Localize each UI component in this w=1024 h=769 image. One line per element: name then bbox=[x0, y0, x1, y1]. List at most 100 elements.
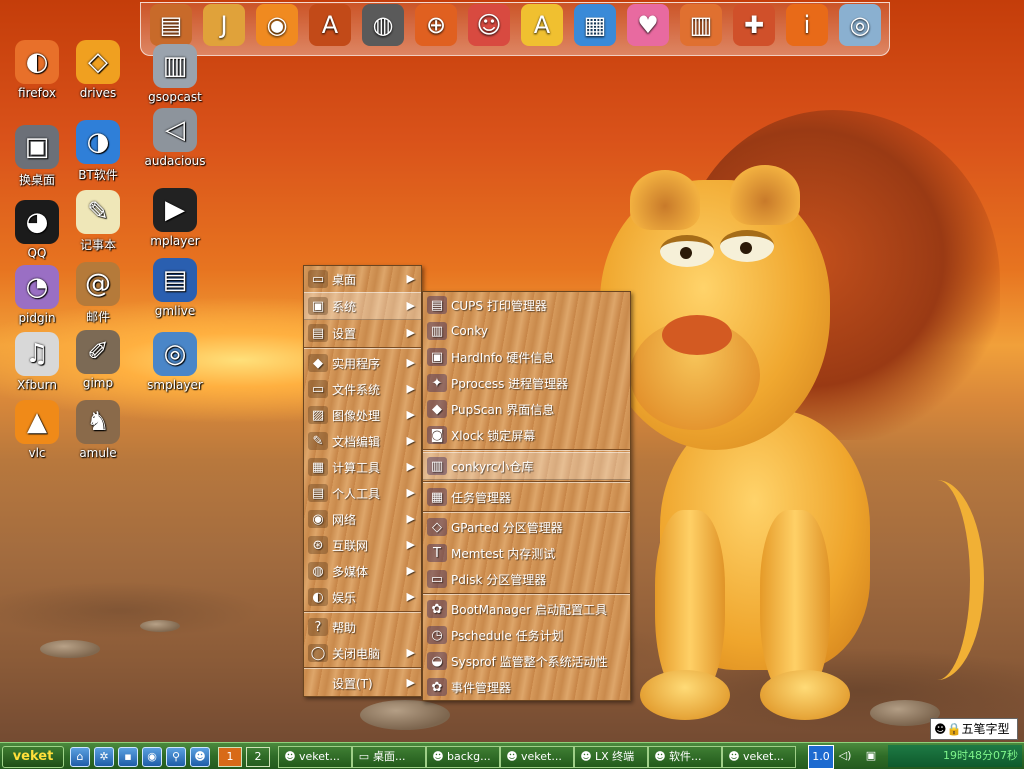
database-icon[interactable]: ◎ bbox=[839, 4, 881, 46]
submenu-item[interactable]: T Memtest 内存测试 bbox=[423, 540, 630, 566]
menu-separator bbox=[304, 347, 421, 349]
task-icon: ▭ bbox=[358, 750, 370, 763]
main-menu-item[interactable]: ◐ 娱乐 ▶ bbox=[304, 584, 421, 610]
chevron-right-icon: ▶ bbox=[406, 512, 415, 525]
menu-item-label: 设置 bbox=[332, 326, 357, 341]
search-icon[interactable]: ⚲ bbox=[166, 747, 186, 767]
start-button[interactable]: veket bbox=[2, 746, 64, 768]
terminal-icon[interactable]: ▪ bbox=[118, 747, 138, 767]
main-menu-item[interactable]: ▦ 计算工具 ▶ bbox=[304, 454, 421, 480]
feeds-icon[interactable]: ◉ bbox=[256, 4, 298, 46]
main-menu-item[interactable]: ▭ 文件系统 ▶ bbox=[304, 376, 421, 402]
settings-icon[interactable]: ✲ bbox=[94, 747, 114, 767]
submenu-item[interactable]: ◙ Xlock 锁定屏幕 bbox=[423, 422, 630, 448]
desktop-icon-notepad[interactable]: ✎ 记事本 bbox=[61, 190, 135, 253]
desktop-icon-label: mplayer bbox=[150, 234, 200, 248]
gmlive-icon: ▤ bbox=[153, 258, 197, 302]
draw-icon[interactable]: A bbox=[309, 4, 351, 46]
drink-icon[interactable]: ♥ bbox=[627, 4, 669, 46]
desktop-icon-mail[interactable]: @ 邮件 bbox=[61, 262, 135, 325]
main-menu-item[interactable]: ▣ 系统 ▶ bbox=[304, 292, 421, 320]
submenu-item[interactable]: ▥ conkyrc小仓库 bbox=[423, 452, 630, 480]
main-menu-item[interactable]: ◉ 网络 ▶ bbox=[304, 506, 421, 532]
browser-icon[interactable]: ◉ bbox=[142, 747, 162, 767]
toolbox-icon[interactable]: ✚ bbox=[733, 4, 775, 46]
smplayer-icon: ◎ bbox=[153, 332, 197, 376]
chevron-right-icon: ▶ bbox=[406, 486, 415, 499]
volume-icon[interactable]: ◁) bbox=[834, 745, 856, 767]
taskbar-task[interactable]: ☻ veket... bbox=[500, 746, 574, 768]
submenu-item[interactable]: ▭ Pdisk 分区管理器 bbox=[423, 566, 630, 592]
notepad-icon: ✎ bbox=[76, 190, 120, 234]
main-menu-item[interactable]: ✎ 文档编辑 ▶ bbox=[304, 428, 421, 454]
taskbar-task[interactable]: ▭ 桌面... bbox=[352, 746, 426, 768]
submenu-item[interactable]: ▤ CUPS 打印管理器 bbox=[423, 292, 630, 318]
submenu-item-label: Conky bbox=[451, 324, 488, 338]
workspace-1[interactable]: 1 bbox=[218, 747, 242, 767]
info-icon[interactable]: i bbox=[786, 4, 828, 46]
taskbar-task[interactable]: ☻ LX 终端 bbox=[574, 746, 648, 768]
main-menu-item[interactable]: ▨ 图像处理 ▶ bbox=[304, 402, 421, 428]
cat-icon[interactable]: ☺ bbox=[468, 4, 510, 46]
main-menu-item[interactable]: ▭ 桌面 ▶ bbox=[304, 266, 421, 292]
desktop-icon-smplayer[interactable]: ◎ smplayer bbox=[138, 332, 212, 392]
submenu-item[interactable]: ◆ PupScan 界面信息 bbox=[423, 396, 630, 422]
submenu-item[interactable]: ◒ Sysprof 监管整个系统活动性 bbox=[423, 648, 630, 674]
media-player-icon[interactable]: ◍ bbox=[362, 4, 404, 46]
taskbar-task[interactable]: ☻ veket... bbox=[722, 746, 796, 768]
taskbar-task[interactable]: ☻ backg... bbox=[426, 746, 500, 768]
package-icon[interactable]: ▤ bbox=[150, 4, 192, 46]
dock-icon-row: ▤ J ◉ A ◍ ⊕ ☺ A ▦ ♥ ▥ ✚ i ◎ bbox=[150, 4, 881, 46]
input-method-indicator[interactable]: ☻🔒五笔字型 bbox=[930, 718, 1018, 740]
switch-desktop-icon: ▣ bbox=[15, 125, 59, 169]
main-menu-item[interactable]: ◆ 实用程序 ▶ bbox=[304, 350, 421, 376]
desktop-icon-audacious[interactable]: ◁ audacious bbox=[138, 108, 212, 168]
submenu-item[interactable]: ✿ BootManager 启动配置工具 bbox=[423, 596, 630, 622]
desktop-icon-bt[interactable]: ◑ BT软件 bbox=[61, 120, 135, 183]
submenu-item-label: Pprocess 进程管理器 bbox=[451, 376, 569, 391]
mail-icon: @ bbox=[76, 262, 120, 306]
desktop-icon-mplayer[interactable]: ▶ mplayer bbox=[138, 188, 212, 248]
taskbar-task[interactable]: ☻ veket... bbox=[278, 746, 352, 768]
desktop-icon-drives[interactable]: ◇ drives bbox=[61, 40, 135, 100]
globe-icon[interactable]: ⊕ bbox=[415, 4, 457, 46]
task-icon: ☻ bbox=[580, 750, 592, 763]
book-icon[interactable]: ▥ bbox=[680, 4, 722, 46]
desktop-icon-gmlive[interactable]: ▤ gmlive bbox=[138, 258, 212, 318]
network-icon[interactable]: ▣ bbox=[858, 745, 884, 767]
taskbar-task[interactable]: ☻ 软件... bbox=[648, 746, 722, 768]
java-icon[interactable]: J bbox=[203, 4, 245, 46]
main-menu-item[interactable]: ▤ 个人工具 ▶ bbox=[304, 480, 421, 506]
main-menu-item[interactable]: ⊛ 互联网 ▶ bbox=[304, 532, 421, 558]
desktop-icon-amule[interactable]: ♞ amule bbox=[61, 400, 135, 460]
workspace-2[interactable]: 2 bbox=[246, 747, 270, 767]
qq-icon[interactable]: ☻ bbox=[190, 747, 210, 767]
gimp-icon: ✐ bbox=[76, 330, 120, 374]
submenu-item[interactable]: ✦ Pprocess 进程管理器 bbox=[423, 370, 630, 396]
desktop-icon-gsopcast[interactable]: ▥ gsopcast bbox=[138, 44, 212, 104]
font-icon[interactable]: A bbox=[521, 4, 563, 46]
task-label: veket... bbox=[521, 750, 562, 763]
submenu-item[interactable]: ◷ Pschedule 任务计划 bbox=[423, 622, 630, 648]
spreadsheet-icon[interactable]: ▦ bbox=[574, 4, 616, 46]
menu-item-icon: ◆ bbox=[308, 354, 328, 372]
main-menu-item[interactable]: ? 帮助 bbox=[304, 614, 421, 640]
submenu-item[interactable]: ◇ GParted 分区管理器 bbox=[423, 514, 630, 540]
system-submenu: ▤ CUPS 打印管理器 ▥ Conky ▣ HardInfo 硬件信息 ✦ Pprocess… bbox=[422, 291, 631, 701]
submenu-item-icon: ◙ bbox=[427, 426, 447, 444]
chevron-right-icon: ▶ bbox=[406, 434, 415, 447]
submenu-item[interactable]: ▦ 任务管理器 bbox=[423, 484, 630, 510]
submenu-item[interactable]: ▥ Conky bbox=[423, 318, 630, 344]
submenu-item[interactable]: ✿ 事件管理器 bbox=[423, 674, 630, 700]
tray-version[interactable]: 1.0 bbox=[808, 745, 834, 769]
desktop-icon-label: 记事本 bbox=[79, 238, 116, 252]
submenu-item-label: 任务管理器 bbox=[451, 490, 512, 505]
submenu-item[interactable]: ▣ HardInfo 硬件信息 bbox=[423, 344, 630, 370]
main-menu-item[interactable]: ▤ 设置 ▶ bbox=[304, 320, 421, 346]
main-menu-item[interactable]: ◍ 多媒体 ▶ bbox=[304, 558, 421, 584]
main-menu-item[interactable]: 设置(T) ▶ bbox=[304, 670, 421, 696]
menu-item-icon: ◍ bbox=[308, 562, 328, 580]
desktop-icon-gimp[interactable]: ✐ gimp bbox=[61, 330, 135, 390]
main-menu-item[interactable]: ◯ 关闭电脑 ▶ bbox=[304, 640, 421, 666]
home-icon[interactable]: ⌂ bbox=[70, 747, 90, 767]
